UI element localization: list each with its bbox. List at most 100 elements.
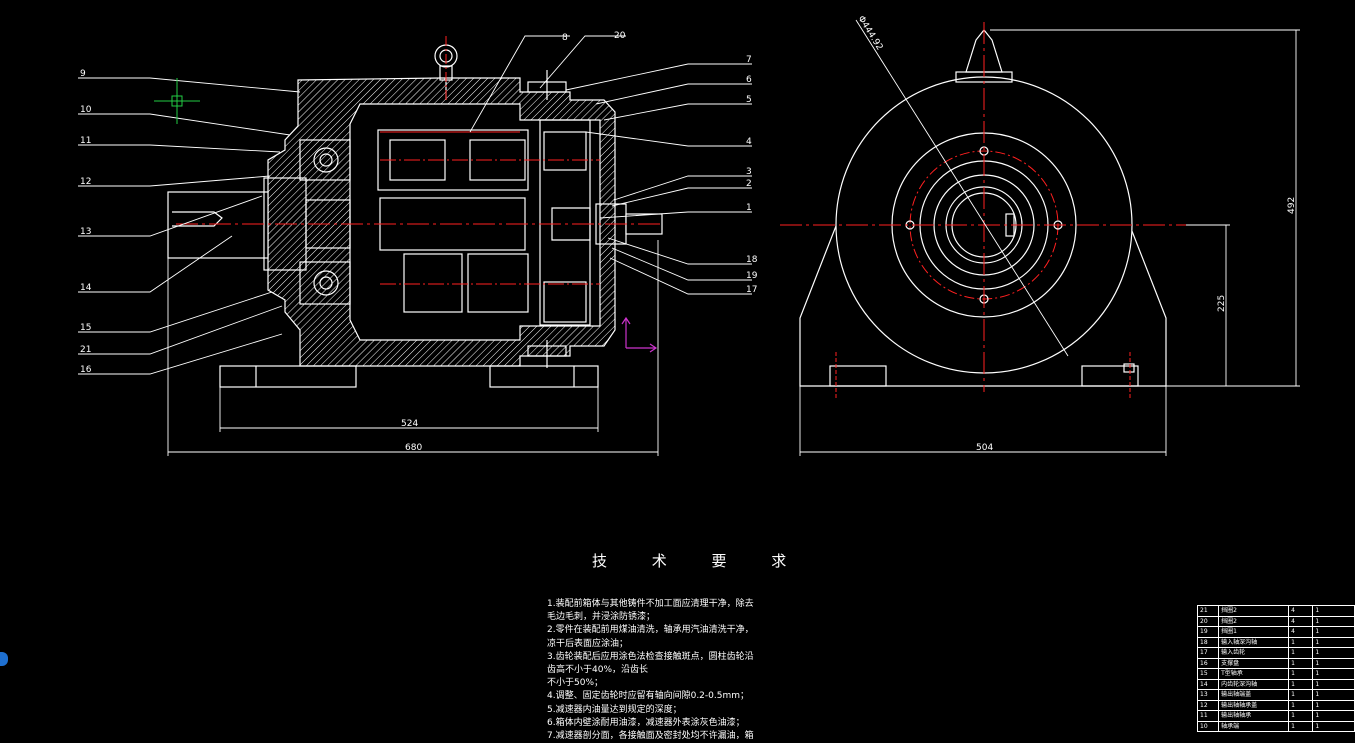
- bom-cell: 1: [1288, 689, 1314, 701]
- bom-cell: 输入齿轮: [1218, 647, 1290, 659]
- bom-cell: 14: [1196, 678, 1220, 690]
- bom-row: 15 T型轴承 1 1: [1196, 668, 1355, 680]
- bom-cell: 4: [1288, 626, 1314, 638]
- part-callout-label: 20: [614, 31, 626, 41]
- bom-cell: 1: [1288, 720, 1314, 732]
- bom-row: 14 内齿轮深沟轴 1 1: [1196, 678, 1355, 690]
- dimension-overall-height: 492: [1287, 197, 1297, 214]
- part-callout-label: 1: [746, 203, 752, 213]
- bom-cell: 4: [1288, 605, 1314, 617]
- bom-row: 12 输出轴轴承盖 1 1: [1196, 699, 1355, 711]
- bom-row: 21 挡圈2 4 1: [1196, 605, 1355, 617]
- bom-cell: 内齿轮深沟轴: [1218, 678, 1290, 690]
- dimension-diameter: Φ444.92: [855, 14, 884, 52]
- bom-row: 19 挡圈1 4 1: [1196, 626, 1355, 638]
- bom-row: 17 输入齿轮 1 1: [1196, 647, 1355, 659]
- bom-cell: 16: [1196, 657, 1220, 669]
- bom-cell: 输出轴端盖: [1218, 689, 1290, 701]
- part-callout-label: 17: [746, 285, 757, 295]
- bom-cell: 1: [1288, 668, 1314, 680]
- tech-requirement-line: 4.调整、固定齿轮时应留有轴向间隙0.2-0.5mm；: [547, 691, 749, 702]
- bom-cell: 1: [1312, 647, 1355, 659]
- bom-cell: T型轴承: [1218, 668, 1290, 680]
- dimension-shaft-height: 225: [1217, 295, 1227, 312]
- bom-cell: 支撑盘: [1218, 657, 1290, 669]
- bom-cell: 1: [1312, 699, 1355, 711]
- bom-cell: 17: [1196, 647, 1220, 659]
- part-callout-label: 19: [746, 271, 758, 281]
- part-callout-label: 4: [746, 137, 752, 147]
- tech-requirements-title: 技 术 要 求: [592, 552, 807, 570]
- bom-cell: 4: [1288, 615, 1314, 627]
- bom-cell: 10: [1196, 720, 1220, 732]
- ucs-axis-icon: [621, 316, 658, 353]
- bom-row: 11 输出轴轴承 1 1: [1196, 710, 1355, 722]
- bom-cell: 输入轴深沟轴: [1218, 636, 1290, 648]
- bom-cell: 1: [1288, 710, 1314, 722]
- bom-row: 18 输入轴深沟轴 1 1: [1196, 636, 1355, 648]
- bom-cell: 1: [1312, 626, 1355, 638]
- tech-requirement-line: 不小于50%；: [547, 678, 604, 689]
- tech-requirement-line: 1.装配前箱体与其他铸件不加工面应清理干净，除去: [547, 599, 754, 609]
- bom-cell: 20: [1196, 615, 1220, 627]
- part-callout-label: 5: [746, 95, 752, 105]
- bom-cell: 1: [1288, 699, 1314, 711]
- bom-cell: 21: [1196, 605, 1220, 617]
- bom-cell: 输出轴轴承盖: [1218, 699, 1290, 711]
- bom-cell: 13: [1196, 689, 1220, 701]
- tech-requirement-line: 5.减速器内油量达到规定的深度；: [547, 704, 682, 715]
- crosshair-cursor-icon: [154, 78, 200, 124]
- bom-cell: 11: [1196, 710, 1220, 722]
- part-callout-label: 10: [80, 105, 92, 115]
- bom-cell: 1: [1312, 668, 1355, 680]
- part-callout-label: 15: [80, 323, 91, 333]
- bom-cell: 1: [1312, 689, 1355, 701]
- bom-cell: 轴承端: [1218, 720, 1290, 732]
- dimension-overall-width: 680: [405, 443, 422, 453]
- tech-requirement-line: 2.零件在装配前用煤油清洗，轴承用汽油清洗干净，: [547, 625, 754, 636]
- bom-cell: 1: [1312, 657, 1355, 669]
- bom-cell: 1: [1312, 605, 1355, 617]
- part-callout-label: 2: [746, 179, 752, 189]
- tech-requirement-line: 7.减速器剖分面，各接触面及密封处均不许漏油，箱: [547, 731, 754, 742]
- part-callout-label: 12: [80, 177, 91, 187]
- bom-cell: 19: [1196, 626, 1220, 638]
- bom-cell: 1: [1288, 647, 1314, 659]
- bom-row: 16 支撑盘 1 1: [1196, 657, 1355, 669]
- part-callout-label: 7: [746, 55, 752, 65]
- tech-requirement-line: 毛边毛刺，并浸涂防锈漆；: [547, 612, 656, 623]
- part-callout-label: 18: [746, 255, 758, 265]
- bom-cell: 1: [1288, 636, 1314, 648]
- bom-row: 13 输出轴端盖 1 1: [1196, 689, 1355, 701]
- part-callout-label: 14: [80, 283, 92, 293]
- bom-cell: 1: [1312, 615, 1355, 627]
- bom-cell: 1: [1288, 678, 1314, 690]
- tech-requirement-line: 齿高不小于40%，沿齿长: [547, 665, 649, 676]
- dimension-side-width: 504: [976, 443, 993, 453]
- bom-cell: 挡圈2: [1218, 615, 1290, 627]
- part-callout-label: 16: [80, 365, 92, 375]
- dimension-base-width: 524: [401, 419, 418, 429]
- front-section-view: [167, 36, 664, 388]
- bom-cell: 1: [1312, 720, 1355, 732]
- bom-row: 20 挡圈2 4 1: [1196, 615, 1355, 627]
- part-callout-label: 6: [746, 75, 752, 85]
- tech-requirement-line: 3.齿轮装配后应用涂色法检查接触斑点，圆柱齿轮沿: [547, 651, 754, 662]
- bom-row: 10 轴承端 1 1: [1196, 720, 1355, 732]
- tech-requirement-line: 凉干后表面应涂油；: [547, 638, 629, 649]
- tech-requirements-notes: 1.装配前箱体与其他铸件不加工面应清理干净，除去 毛边毛刺，并浸涂防锈漆； 2.零件…: [547, 598, 797, 743]
- bill-of-materials-table: 21 挡圈2 4 1 20 挡圈2 4 1 19 挡圈1 4 1 18 输入轴深沟轴 1 1 17 输入齿轮 1 1 1…: [1196, 605, 1355, 732]
- tech-requirement-line: 6.箱体内壁涂耐用油漆，减速器外表涂灰色油漆；: [547, 717, 745, 728]
- bom-cell: 挡圈2: [1218, 605, 1290, 617]
- part-callout-label: 3: [746, 167, 752, 177]
- bom-cell: 1: [1312, 678, 1355, 690]
- side-elevation-view: [780, 19, 1188, 400]
- bom-cell: 1: [1288, 657, 1314, 669]
- bom-cell: 挡圈1: [1218, 626, 1290, 638]
- part-callout-label: 13: [80, 227, 91, 237]
- bom-cell: 输出轴轴承: [1218, 710, 1290, 722]
- bom-cell: 15: [1196, 668, 1220, 680]
- bom-cell: 1: [1312, 636, 1355, 648]
- part-callout-label: 8: [562, 33, 568, 43]
- part-callout-label: 9: [80, 69, 86, 79]
